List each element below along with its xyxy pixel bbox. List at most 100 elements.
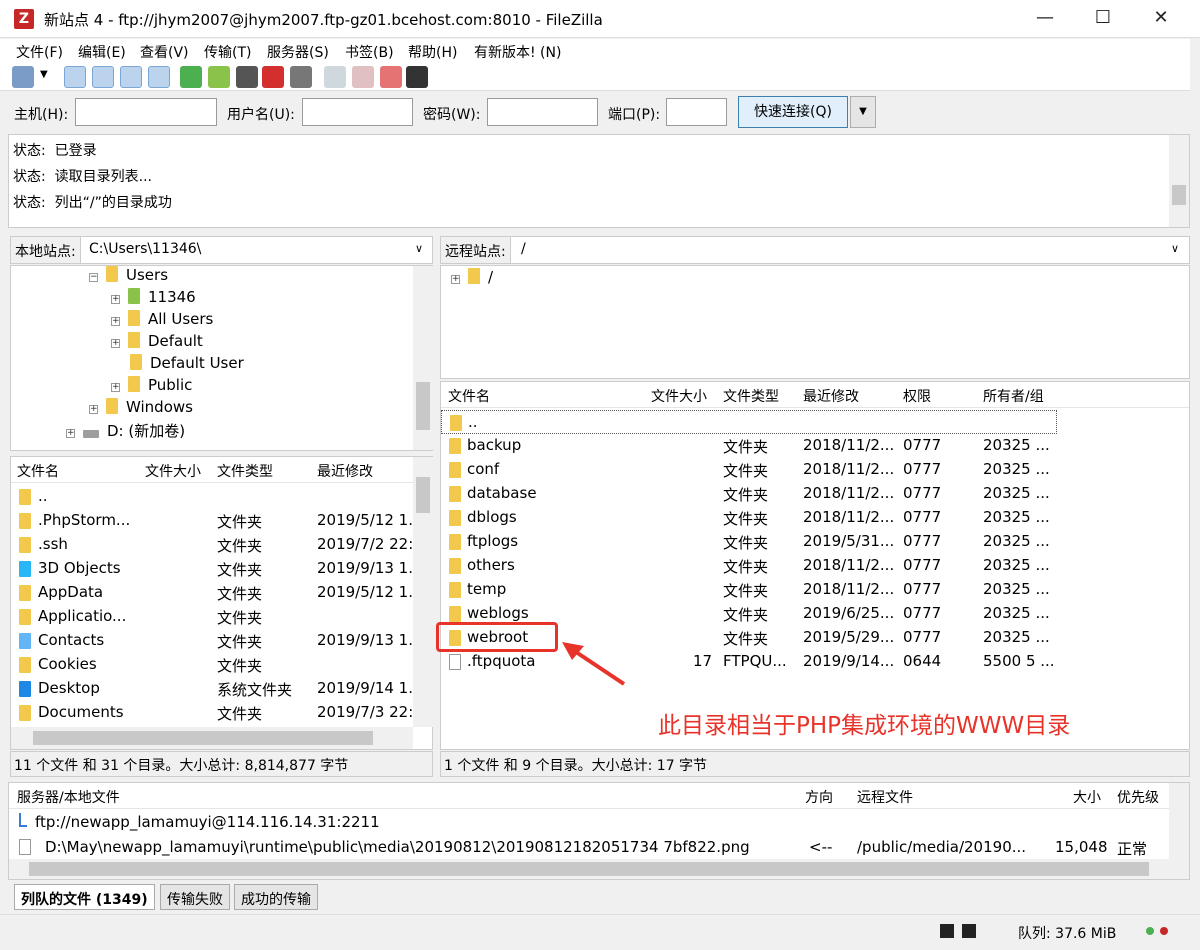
table-row[interactable]: ..: [441, 410, 1057, 434]
queue-file-row[interactable]: D:\May\newapp_lamamuyi\runtime\public\me…: [19, 837, 1169, 861]
tab-failed-transfers[interactable]: 传输失败: [160, 884, 230, 910]
search-binoculars-icon[interactable]: [406, 66, 428, 88]
tree-item-all-users[interactable]: + All Users: [111, 310, 213, 328]
table-row[interactable]: Desktop 系统文件夹 2019/9/14 1...: [11, 677, 423, 701]
queue-scrollbar[interactable]: [1169, 783, 1189, 859]
tree-item-public[interactable]: + Public: [111, 376, 192, 394]
refresh-icon[interactable]: [180, 66, 202, 88]
filter-icon[interactable]: [324, 66, 346, 88]
column-header-type[interactable]: 文件类型: [217, 461, 273, 481]
log-scrollbar-thumb[interactable]: [1172, 185, 1186, 205]
reconnect-icon[interactable]: [290, 66, 312, 88]
remote-path-input[interactable]: /: [521, 241, 526, 257]
table-row[interactable]: ..: [11, 485, 413, 509]
table-row[interactable]: others 文件夹 2018/11/2... 0777 20325 ...: [441, 554, 1189, 578]
folder-icon: [19, 609, 31, 625]
local-tree-scrollbar-thumb[interactable]: [416, 382, 430, 430]
tree-item-d-drive[interactable]: + D: (新加卷): [66, 420, 185, 441]
toggle-remote-tree-icon[interactable]: [120, 66, 142, 88]
column-header-direction[interactable]: 方向: [805, 787, 833, 807]
table-row[interactable]: .PhpStorm... 文件夹 2019/5/12 1...: [11, 509, 423, 533]
table-row[interactable]: dblogs 文件夹 2018/11/2... 0777 20325 ...: [441, 506, 1189, 530]
folder-icon: [128, 376, 140, 392]
toggle-local-tree-icon[interactable]: [92, 66, 114, 88]
toggle-log-icon[interactable]: [64, 66, 86, 88]
cancel-operation-icon[interactable]: [236, 66, 258, 88]
username-input[interactable]: [302, 98, 413, 126]
column-header-size[interactable]: 文件大小: [145, 461, 201, 481]
local-tree-scrollbar[interactable]: [413, 266, 433, 450]
tree-item-11346[interactable]: +11346: [111, 288, 196, 306]
column-header-name[interactable]: 文件名: [448, 386, 490, 406]
tree-item-default-user[interactable]: Default User: [130, 354, 244, 372]
queue-hscrollbar-thumb[interactable]: [29, 862, 1149, 876]
remote-file-list: 文件名 文件大小 文件类型 最近修改 权限 所有者/组 .. backup 文件夹 2…: [440, 381, 1190, 750]
sync-browse-icon[interactable]: [380, 66, 402, 88]
disconnect-icon[interactable]: [262, 66, 284, 88]
column-header-server-local[interactable]: 服务器/本地文件: [17, 787, 120, 807]
minimize-button[interactable]: —: [1016, 0, 1074, 38]
table-row[interactable]: Contacts 文件夹 2019/9/13 1...: [11, 629, 423, 653]
table-row[interactable]: AppData 文件夹 2019/5/12 1...: [11, 581, 423, 605]
password-input[interactable]: [487, 98, 598, 126]
column-header-modified[interactable]: 最近修改: [803, 386, 859, 406]
table-row[interactable]: backup 文件夹 2018/11/2... 0777 20325 ...: [441, 434, 1189, 458]
folder-icon: [19, 489, 31, 505]
compare-icon[interactable]: [352, 66, 374, 88]
table-row[interactable]: conf 文件夹 2018/11/2... 0777 20325 ...: [441, 458, 1189, 482]
local-path-input[interactable]: C:\Users\11346\: [89, 241, 201, 257]
local-list-scrollbar[interactable]: [413, 457, 433, 727]
table-row[interactable]: database 文件夹 2018/11/2... 0777 20325 ...: [441, 482, 1189, 506]
menu-new-version[interactable]: 有新版本! (N): [474, 42, 561, 62]
quickconnect-dropdown-icon[interactable]: ▼: [850, 96, 876, 128]
log-scrollbar[interactable]: [1169, 135, 1189, 227]
local-list-hscrollbar[interactable]: [11, 727, 413, 749]
menu-edit[interactable]: 编辑(E): [78, 42, 126, 62]
table-row[interactable]: temp 文件夹 2018/11/2... 0777 20325 ...: [441, 578, 1189, 602]
tab-queued-files[interactable]: 列队的文件 (1349): [14, 884, 155, 910]
column-header-name[interactable]: 文件名: [17, 461, 59, 481]
tree-item-windows[interactable]: + Windows: [89, 398, 193, 416]
host-input[interactable]: [75, 98, 217, 126]
column-header-owner[interactable]: 所有者/组: [983, 386, 1044, 406]
column-header-type[interactable]: 文件类型: [723, 386, 779, 406]
menu-view[interactable]: 查看(V): [140, 42, 189, 62]
table-row[interactable]: Documents 文件夹 2019/7/3 22:..: [11, 701, 423, 725]
table-row[interactable]: 3D Objects 文件夹 2019/9/13 1...: [11, 557, 423, 581]
menu-file[interactable]: 文件(F): [16, 42, 63, 62]
column-header-size[interactable]: 大小: [1073, 787, 1101, 807]
column-header-permissions[interactable]: 权限: [903, 386, 931, 406]
local-list-hscrollbar-thumb[interactable]: [33, 731, 373, 745]
site-manager-icon[interactable]: [12, 66, 34, 88]
chevron-down-icon[interactable]: ∨: [1171, 242, 1179, 255]
column-header-priority[interactable]: 优先级: [1117, 787, 1159, 807]
chevron-down-icon[interactable]: ∨: [415, 242, 423, 255]
menu-server[interactable]: 服务器(S): [267, 42, 329, 62]
toggle-queue-icon[interactable]: [148, 66, 170, 88]
table-row[interactable]: Cookies 文件夹: [11, 653, 413, 677]
queue-hscrollbar[interactable]: [9, 859, 1189, 879]
local-list-scrollbar-thumb[interactable]: [416, 477, 430, 513]
menu-transfer[interactable]: 传输(T): [204, 42, 251, 62]
column-header-remote-file[interactable]: 远程文件: [857, 787, 913, 807]
tree-item-default[interactable]: + Default: [111, 332, 203, 350]
menu-help[interactable]: 帮助(H): [408, 42, 457, 62]
table-row[interactable]: ftplogs 文件夹 2019/5/31... 0777 20325 ...: [441, 530, 1189, 554]
tree-item-users[interactable]: − Users: [89, 266, 168, 284]
window-title: 新站点 4 - ftp://jhym2007@jhym2007.ftp-gz01…: [44, 11, 603, 29]
close-button[interactable]: ✕: [1132, 0, 1190, 38]
maximize-button[interactable]: ☐: [1074, 0, 1132, 38]
process-queue-icon[interactable]: [208, 66, 230, 88]
quickconnect-button[interactable]: 快速连接(Q): [738, 96, 848, 128]
table-row[interactable]: .ssh 文件夹 2019/7/2 22:..: [11, 533, 423, 557]
dropdown-arrow-icon[interactable]: ▼: [40, 69, 48, 80]
tree-item-root[interactable]: + /: [451, 268, 493, 286]
table-row[interactable]: .ftpquota FTPQU... 2019/9/14... 0644 5500 5 …: [441, 650, 1189, 674]
queue-server-row[interactable]: ftp://newapp_lamamuyi@114.116.14.31:2211: [19, 813, 380, 831]
table-row[interactable]: Applicatio... 文件夹: [11, 605, 413, 629]
column-header-size[interactable]: 文件大小: [651, 386, 707, 406]
menu-bookmarks[interactable]: 书签(B): [345, 42, 394, 62]
column-header-modified[interactable]: 最近修改: [317, 461, 373, 481]
tab-successful-transfers[interactable]: 成功的传输: [234, 884, 318, 910]
port-input[interactable]: [666, 98, 727, 126]
